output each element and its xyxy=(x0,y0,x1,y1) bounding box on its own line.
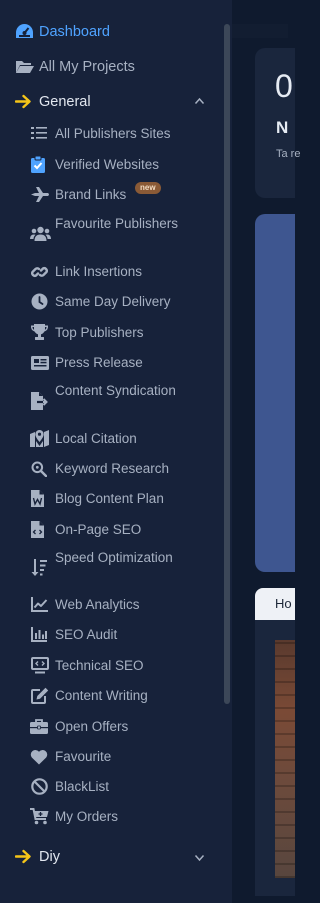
sidebar-item-speed-optimization[interactable]: Speed Optimization xyxy=(0,548,220,588)
tab-home-label: Ho xyxy=(275,596,292,611)
cart-icon xyxy=(30,808,49,825)
sidebar-item-technical-seo[interactable]: Technical SEO xyxy=(0,656,220,676)
trophy-icon xyxy=(30,324,49,340)
sidebar-item-keyword-research[interactable]: Keyword Research xyxy=(0,459,220,479)
sidebar-item-label: BlackList xyxy=(55,779,110,794)
sidebar-item-on-page-seo[interactable]: On-Page SEO xyxy=(0,520,220,540)
chevron-up-icon[interactable] xyxy=(194,97,205,105)
sort-amount-icon xyxy=(31,559,47,576)
card-big-text: 0 xyxy=(275,68,293,104)
sidebar-item-content-syndication[interactable]: Content Syndication xyxy=(0,381,220,421)
briefcase-icon xyxy=(30,719,48,734)
sidebar-item-label: SEO Audit xyxy=(55,627,118,642)
sidebar-group-general-label: General xyxy=(39,94,91,110)
ban-icon xyxy=(31,778,48,795)
preview-image xyxy=(275,640,295,878)
sidebar-item-label: Favourite Publishers xyxy=(55,216,179,231)
sidebar-item-web-analytics[interactable]: Web Analytics xyxy=(0,595,220,615)
sidebar-scrollbar[interactable] xyxy=(224,24,230,704)
chevron-down-icon[interactable] xyxy=(194,854,205,862)
sidebar-item-top-publishers[interactable]: Top Publishers xyxy=(0,323,220,343)
card-subtext: Ta re xyxy=(276,148,301,160)
sidebar-group-general[interactable]: General xyxy=(0,92,220,112)
arrow-right-icon xyxy=(15,849,31,864)
sidebar-item-label: Verified Websites xyxy=(55,157,160,172)
sidebar-item-label: Technical SEO xyxy=(55,658,144,673)
folder-open-icon xyxy=(16,61,34,73)
sidebar-item-label: On-Page SEO xyxy=(55,522,142,537)
sidebar-item-blog-content-plan[interactable]: Blog Content Plan xyxy=(0,489,220,509)
sidebar-item-label: Press Release xyxy=(55,355,143,370)
newspaper-icon xyxy=(31,356,49,370)
monitor-code-icon xyxy=(31,657,49,674)
map-pin-icon xyxy=(30,430,49,447)
sidebar-item-same-day-delivery[interactable]: Same Day Delivery xyxy=(0,292,220,312)
speedometer-icon xyxy=(16,24,33,38)
sidebar-item-link-insertions[interactable]: Link Insertions xyxy=(0,262,220,282)
sidebar-item-label: My Orders xyxy=(55,809,119,824)
file-export-icon xyxy=(31,392,48,410)
plane-icon xyxy=(31,187,49,202)
sidebar-item-label: Local Citation xyxy=(55,431,137,446)
bar-chart-icon xyxy=(31,627,47,642)
sidebar-item-all-my-projects[interactable]: All My Projects xyxy=(0,57,220,77)
sidebar-item-seo-audit[interactable]: SEO Audit xyxy=(0,625,220,645)
sidebar-item-my-orders[interactable]: My Orders xyxy=(0,807,220,827)
sidebar-group-diy[interactable]: Diy xyxy=(0,847,220,867)
heart-icon xyxy=(30,750,48,765)
search-icon xyxy=(31,461,47,477)
sidebar-item-content-writing[interactable]: Content Writing xyxy=(0,686,220,706)
sidebar-item-label: Open Offers xyxy=(55,719,129,734)
sidebar-item-open-offers[interactable]: Open Offers xyxy=(0,717,220,737)
sidebar-item-label: Blog Content Plan xyxy=(55,491,164,506)
sidebar-item-label: All Publishers Sites xyxy=(55,126,171,141)
file-word-icon xyxy=(31,490,44,507)
edit-icon xyxy=(31,687,49,704)
sidebar-item-label: Content Syndication xyxy=(55,383,176,398)
line-chart-icon xyxy=(31,597,48,612)
sidebar-item-label: Content Writing xyxy=(55,688,148,703)
sidebar-item-dashboard-label: Dashboard xyxy=(39,24,110,40)
sidebar-item-label: Same Day Delivery xyxy=(55,294,171,309)
list-icon xyxy=(31,127,47,139)
info-card: 0 N Ta re xyxy=(255,48,300,198)
sidebar-item-blacklist[interactable]: BlackList xyxy=(0,777,220,797)
arrow-right-icon xyxy=(15,94,31,109)
sidebar-item-verified-websites[interactable]: Verified Websites xyxy=(0,155,220,175)
sidebar-item-favourite[interactable]: Favourite xyxy=(0,747,220,767)
hero-banner xyxy=(255,214,295,572)
clipboard-check-icon xyxy=(31,156,45,173)
sidebar-group-diy-label: Diy xyxy=(39,849,60,865)
sidebar-item-all-publishers-sites[interactable]: All Publishers Sites xyxy=(0,124,220,144)
sidebar-item-label: Favourite xyxy=(55,749,112,764)
tab-home[interactable]: Ho xyxy=(255,588,295,620)
sidebar-item-label: Link Insertions xyxy=(55,264,143,279)
sidebar-item-brand-links[interactable]: Brand Links new xyxy=(0,182,220,205)
new-badge: new xyxy=(135,182,161,194)
sidebar-item-press-release[interactable]: Press Release xyxy=(0,353,220,373)
clock-icon xyxy=(31,293,48,310)
sidebar-item-label: Brand Links xyxy=(55,187,127,202)
sidebar-item-label: Speed Optimization xyxy=(55,550,173,565)
sidebar: Dashboard All My Projects General All Pu… xyxy=(0,0,232,903)
sidebar-item-label: Top Publishers xyxy=(55,325,144,340)
users-icon xyxy=(30,226,51,241)
top-bar xyxy=(232,24,288,38)
file-code-icon xyxy=(31,521,44,538)
card-heading: N xyxy=(276,118,289,137)
sidebar-item-all-my-projects-label: All My Projects xyxy=(39,59,135,75)
sidebar-item-label: Keyword Research xyxy=(55,461,170,476)
sidebar-item-dashboard[interactable]: Dashboard xyxy=(0,22,220,42)
sidebar-item-favourite-publishers[interactable]: Favourite Publishers xyxy=(0,214,220,254)
sidebar-item-label: Web Analytics xyxy=(55,597,140,612)
sidebar-item-local-citation[interactable]: Local Citation xyxy=(0,429,220,449)
link-icon xyxy=(31,267,48,277)
